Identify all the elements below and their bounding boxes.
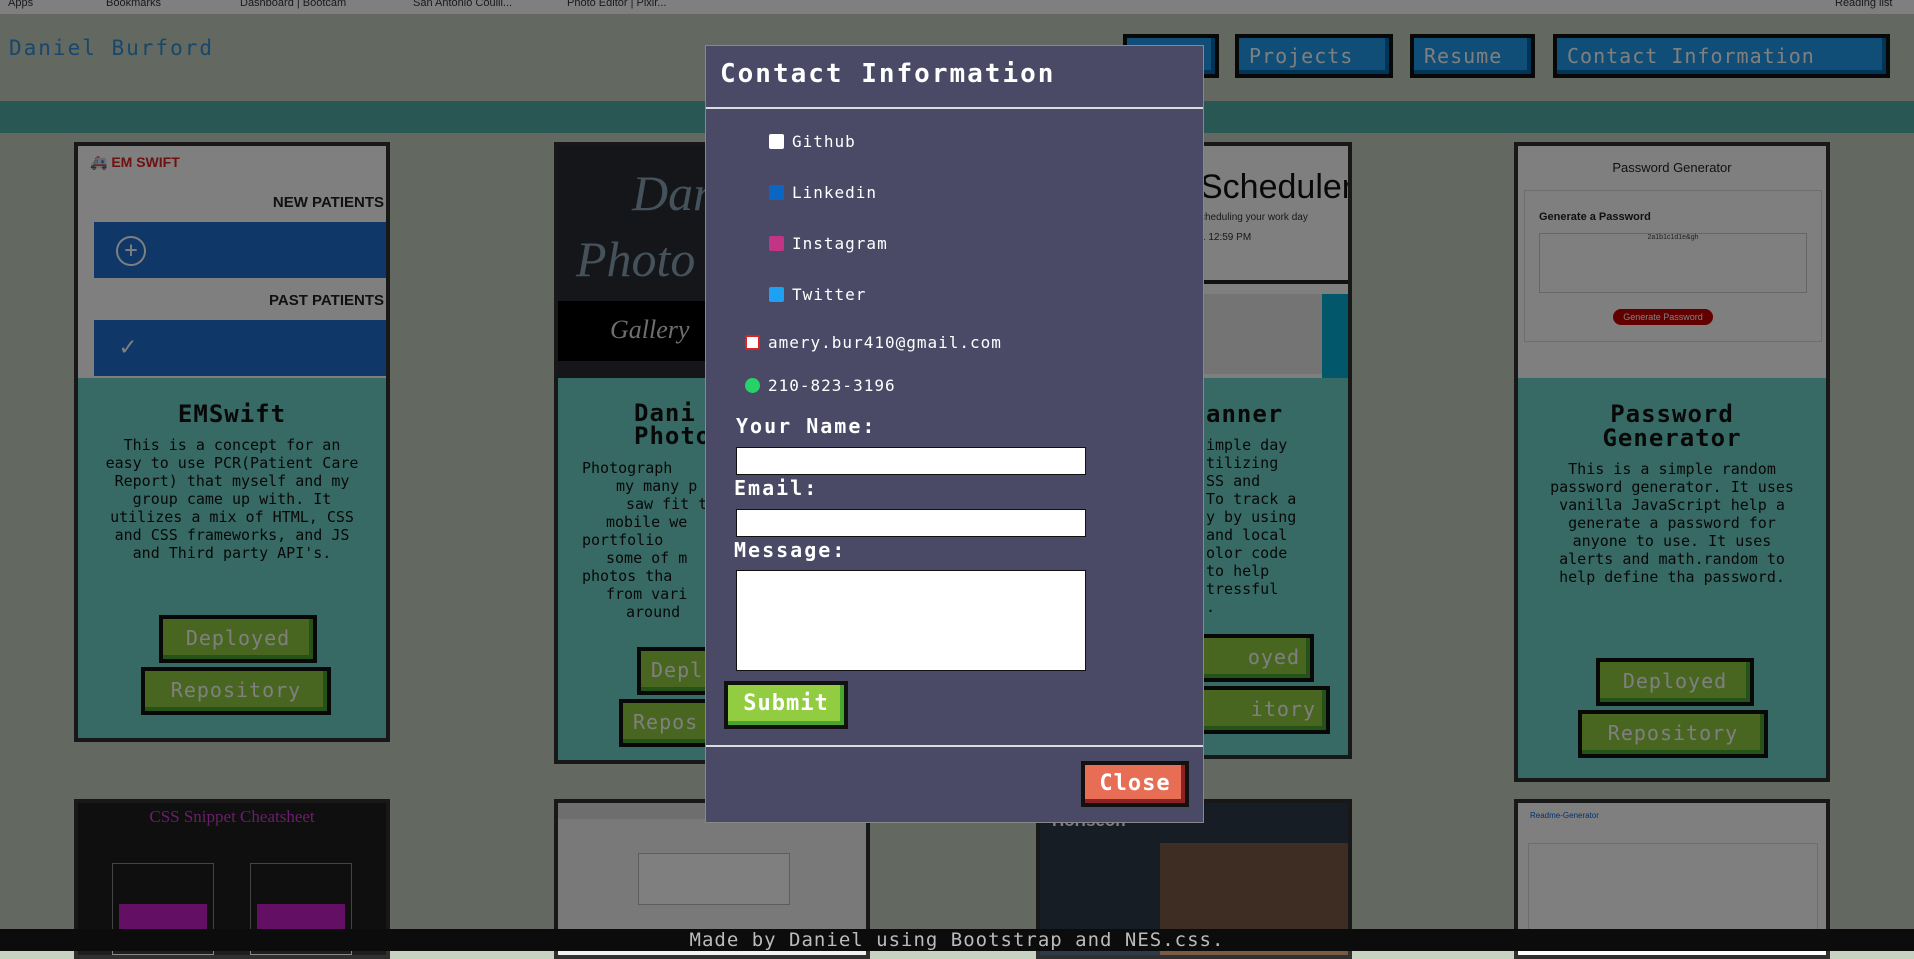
submit-button[interactable]: Submit — [724, 681, 848, 729]
email-input[interactable] — [736, 509, 1086, 537]
name-input[interactable] — [736, 447, 1086, 475]
email-link[interactable]: amery.bur410@gmail.com — [745, 333, 1002, 352]
contact-modal: Contact Information Github Linkedin Inst… — [705, 45, 1204, 823]
modal-title: Contact Information — [720, 59, 1056, 89]
github-link[interactable]: Github — [769, 132, 856, 151]
footer: Made by Daniel using Bootstrap and NES.c… — [0, 929, 1914, 951]
linkedin-link[interactable]: Linkedin — [769, 183, 877, 202]
instagram-icon — [769, 236, 784, 251]
close-button[interactable]: Close — [1081, 761, 1189, 807]
message-label: Message: — [734, 538, 847, 562]
twitter-link[interactable]: Twitter — [769, 285, 866, 304]
github-icon — [769, 134, 784, 149]
modal-footer-divider — [706, 745, 1203, 747]
twitter-icon — [769, 287, 784, 302]
modal-header-divider — [706, 107, 1203, 109]
phone-link[interactable]: 210-823-3196 — [745, 376, 896, 395]
message-textarea[interactable] — [736, 570, 1086, 671]
email-label: Email: — [734, 476, 819, 500]
name-label: Your Name: — [736, 414, 877, 438]
instagram-link[interactable]: Instagram — [769, 234, 888, 253]
linkedin-icon — [769, 185, 784, 200]
mail-icon — [745, 335, 760, 350]
whatsapp-icon — [745, 378, 760, 393]
